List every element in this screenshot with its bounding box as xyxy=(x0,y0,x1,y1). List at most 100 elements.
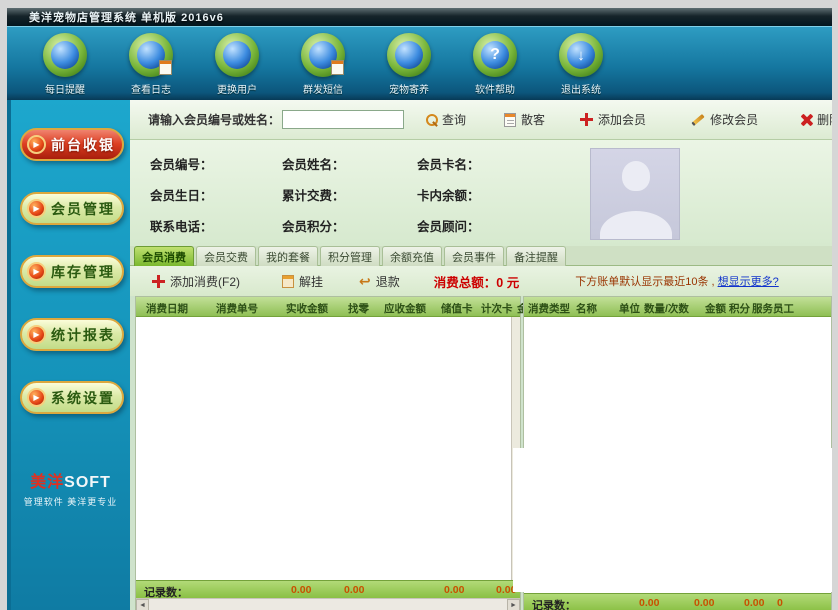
consume-records-table: 消费日期 消费单号 实收金额 找零 应收金额 储值卡 计次卡 金额 记录数： 0… xyxy=(135,296,521,610)
tab-member-consume[interactable]: 会员消费 xyxy=(134,246,194,266)
delete-icon xyxy=(800,114,812,126)
pencil-icon xyxy=(691,113,704,125)
toolbar-item-label: 群发短信 xyxy=(303,81,343,96)
toolbar-item-label: 软件帮助 xyxy=(475,81,515,96)
sidebar-item-inventory-management[interactable]: 库存管理 xyxy=(20,255,124,288)
sidebar-item-member-management[interactable]: 会员管理 xyxy=(20,192,124,225)
column-header[interactable]: 单位 xyxy=(619,301,640,316)
tab-member-events[interactable]: 会员事件 xyxy=(444,246,504,266)
column-header[interactable]: 计次卡 xyxy=(481,301,513,316)
brand-name-red: 美洋 xyxy=(30,474,64,491)
footer-sum: 0.00 xyxy=(444,584,464,596)
tab-my-packages[interactable]: 我的套餐 xyxy=(258,246,318,266)
column-header[interactable]: 消费类型 xyxy=(528,301,570,316)
member-search-bar: 请输入会员编号或姓名： 查询 散客 添加会员 修改会员 删除会员 xyxy=(130,100,832,140)
add-consume-button[interactable]: 添加消费(F2) xyxy=(152,273,240,290)
query-button[interactable]: 查询 xyxy=(426,111,466,128)
toolbar-item-label: 宠物寄养 xyxy=(389,81,429,96)
window-title: 美洋宠物店管理系统 单机版 2016v6 xyxy=(29,9,224,25)
group-sms-icon xyxy=(301,33,345,77)
tab-balance-recharge[interactable]: 余额充值 xyxy=(382,246,442,266)
footer-sum: 0.00 xyxy=(639,597,659,609)
toolbar-item-pet-boarding[interactable]: 宠物寄养 xyxy=(373,33,445,96)
member-fields: 会员编号： 会员姓名： 会员卡名： 会员生日： 累计交费： 卡内余额： 联系电话… xyxy=(150,148,580,240)
refund-button[interactable]: ↩ 退款 xyxy=(359,273,400,290)
tag-icon xyxy=(282,275,294,288)
walk-in-button[interactable]: 散客 xyxy=(504,111,545,128)
play-badge-icon xyxy=(27,199,46,218)
total-unit: 元 xyxy=(507,276,520,290)
column-header[interactable]: 找零 xyxy=(348,301,369,316)
brand-tagline: 管理软件 美洋更专业 xyxy=(11,495,130,508)
brand-logo: 美洋SOFT 管理软件 美洋更专业 xyxy=(11,468,130,508)
field-member-id: 会员编号： xyxy=(150,154,282,173)
edit-member-button[interactable]: 修改会员 xyxy=(691,111,758,128)
toolbar-item-view-log[interactable]: 查看日志 xyxy=(115,33,187,96)
play-badge-icon xyxy=(27,135,46,154)
field-total-paid: 累计交费： xyxy=(282,185,417,204)
sidebar-item-label: 系统设置 xyxy=(51,388,115,408)
scroll-right-arrow[interactable]: ► xyxy=(507,599,520,610)
column-header[interactable]: 应收金额 xyxy=(384,301,426,316)
tab-notes-reminder[interactable]: 备注提醒 xyxy=(506,246,566,266)
toolbar-item-help[interactable]: 软件帮助 xyxy=(459,33,531,96)
horizontal-scrollbar[interactable]: ◄ ► xyxy=(136,598,520,610)
member-search-input[interactable] xyxy=(282,110,404,129)
tab-member-payment[interactable]: 会员交费 xyxy=(196,246,256,266)
column-header[interactable]: 服务员工 xyxy=(752,301,794,316)
scroll-left-arrow[interactable]: ◄ xyxy=(136,599,149,610)
field-card-balance: 卡内余额： xyxy=(417,185,557,204)
main-toolbar: 每日提醒 查看日志 更换用户 群发短信 宠物寄养 软件帮助 退出系统 xyxy=(7,26,832,100)
column-header[interactable]: 金额 xyxy=(705,301,726,316)
sidebar-item-cashier[interactable]: 前台收银 xyxy=(20,128,124,161)
toolbar-item-label: 退出系统 xyxy=(561,81,601,96)
toolbar-item-label: 查看日志 xyxy=(131,81,171,96)
toolbar-item-daily-reminder[interactable]: 每日提醒 xyxy=(29,33,101,96)
globe-glyph xyxy=(395,41,423,69)
sidebar-item-system-settings[interactable]: 系统设置 xyxy=(20,381,124,414)
column-header[interactable]: 数量/次数 xyxy=(644,301,689,316)
toolbar-item-switch-user[interactable]: 更换用户 xyxy=(201,33,273,96)
field-card-name: 会员卡名： xyxy=(417,154,557,173)
globe-glyph xyxy=(51,41,79,69)
view-log-icon xyxy=(129,33,173,77)
button-label: 退款 xyxy=(376,273,400,290)
button-label: 散客 xyxy=(521,111,545,128)
field-birthday: 会员生日： xyxy=(150,185,282,204)
add-member-button[interactable]: 添加会员 xyxy=(580,111,646,128)
list-limit-note: 下方账单默认显示最近10条 , xyxy=(575,273,714,289)
column-header[interactable]: 储值卡 xyxy=(441,301,473,316)
sidebar-item-label: 统计报表 xyxy=(51,325,115,345)
column-header[interactable]: 积分 xyxy=(729,301,750,316)
pet-boarding-icon xyxy=(387,33,431,77)
sidebar-item-label: 前台收银 xyxy=(51,135,115,155)
footer-sum: 0.00 xyxy=(291,584,311,596)
plus-icon xyxy=(580,113,593,126)
field-phone: 联系电话： xyxy=(150,216,282,235)
daily-reminder-icon xyxy=(43,33,87,77)
column-header[interactable]: 消费日期 xyxy=(146,301,188,316)
button-label: 解挂 xyxy=(299,273,323,290)
column-header[interactable]: 名称 xyxy=(576,301,597,316)
plus-icon xyxy=(152,275,165,288)
toolbar-item-label: 每日提醒 xyxy=(45,81,85,96)
notepad-glyph xyxy=(159,60,172,75)
field-advisor: 会员顾问： xyxy=(417,216,557,235)
table-footer-row: 记录数： 0.00 0.00 0.00 0 xyxy=(524,593,831,610)
show-more-link[interactable]: 想显示更多? xyxy=(718,273,779,289)
consume-total: 消费总额：0 元 xyxy=(434,272,519,291)
question-mark-glyph xyxy=(481,41,509,69)
column-header[interactable]: 实收金额 xyxy=(286,301,328,316)
toolbar-item-exit[interactable]: 退出系统 xyxy=(545,33,617,96)
search-icon xyxy=(426,114,437,125)
toolbar-item-group-sms[interactable]: 群发短信 xyxy=(287,33,359,96)
field-points: 会员积分： xyxy=(282,216,417,235)
sidebar-item-statistics-report[interactable]: 统计报表 xyxy=(20,318,124,351)
white-overlay-box xyxy=(513,448,838,592)
help-icon xyxy=(473,33,517,77)
column-header[interactable]: 消费单号 xyxy=(216,301,258,316)
member-info-panel: 会员编号： 会员姓名： 会员卡名： 会员生日： 累计交费： 卡内余额： 联系电话… xyxy=(130,140,832,246)
release-hold-button[interactable]: 解挂 xyxy=(282,273,323,290)
window-frame-edge xyxy=(832,8,838,610)
tab-points-management[interactable]: 积分管理 xyxy=(320,246,380,266)
